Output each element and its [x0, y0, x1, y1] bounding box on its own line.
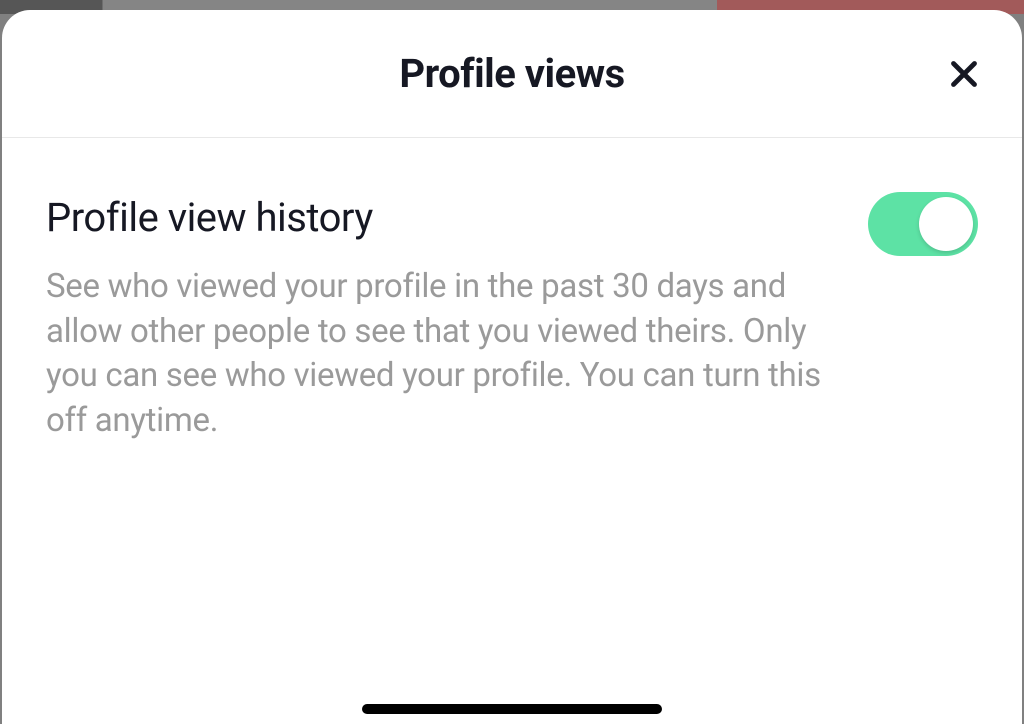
- profile-views-modal: Profile views Profile view history See w…: [2, 10, 1022, 724]
- toggle-knob: [919, 197, 973, 251]
- home-indicator[interactable]: [362, 704, 662, 714]
- close-button[interactable]: [942, 52, 986, 96]
- modal-header: Profile views: [2, 10, 1022, 138]
- setting-text-block: Profile view history See who viewed your…: [46, 194, 828, 443]
- setting-row: Profile view history See who viewed your…: [46, 194, 978, 443]
- setting-description: See who viewed your profile in the past …: [46, 265, 828, 443]
- setting-title: Profile view history: [46, 194, 828, 241]
- modal-title: Profile views: [399, 50, 624, 97]
- modal-content: Profile view history See who viewed your…: [2, 138, 1022, 443]
- profile-view-history-toggle[interactable]: [868, 192, 978, 256]
- close-icon: [946, 56, 982, 92]
